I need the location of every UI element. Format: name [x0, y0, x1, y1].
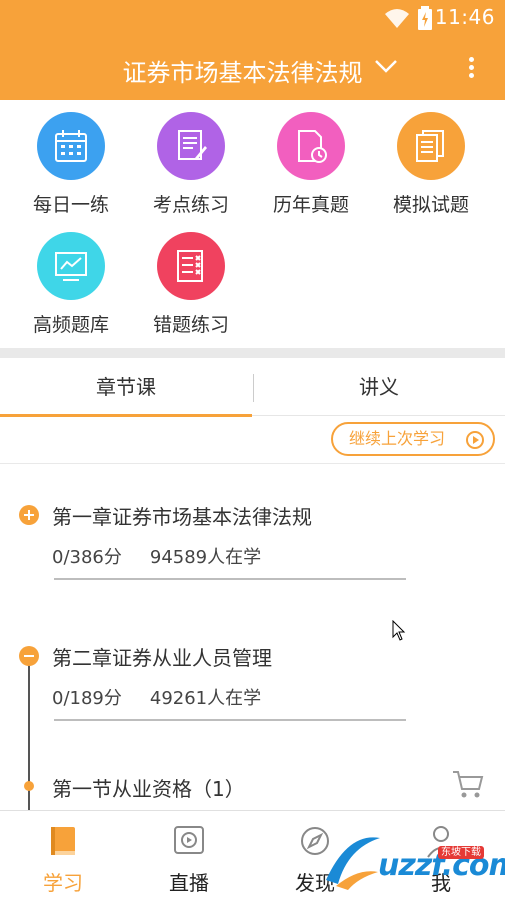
- continue-learning-button[interactable]: 继续上次学习: [331, 422, 495, 456]
- chapter-score: 0/189分: [52, 688, 122, 709]
- site-watermark: uzzf.com 东坡下载: [318, 828, 505, 896]
- collapse-minus-icon[interactable]: [19, 646, 39, 666]
- section-title: 第一节从业资格（1）: [52, 777, 245, 801]
- nav-study[interactable]: 学习: [0, 811, 126, 900]
- chapter-divider: [54, 719, 406, 721]
- chapter-learners: 49261人在学: [149, 688, 262, 709]
- tile-label: 模拟试题: [392, 194, 469, 216]
- chapter-item[interactable]: 第一章证券市场基本法律法规 0/386分 94589人在学: [0, 465, 505, 605]
- watermark-badge: 东坡下载: [438, 846, 484, 859]
- chapter-list: 第一章证券市场基本法律法规 0/386分 94589人在学 第二章证券从业人员管理…: [0, 465, 505, 810]
- app-bar: 证券市场基本法律法规: [0, 36, 505, 100]
- subject-title[interactable]: 证券市场基本法律法规: [0, 53, 505, 88]
- continue-row: 继续上次学习: [0, 416, 505, 464]
- chapter-score: 0/386分: [52, 547, 122, 568]
- tile-topic-practice[interactable]: 考点练习: [131, 100, 251, 216]
- chapter-meta: 0/386分 94589人在学: [52, 543, 261, 569]
- tile-frequent-questions[interactable]: 高频题库: [11, 220, 131, 336]
- tile-label: 错题练习: [152, 314, 229, 336]
- section-item[interactable]: 第一节从业资格（1）: [0, 763, 505, 807]
- cart-icon[interactable]: [452, 769, 484, 803]
- tile-label: 考点练习: [152, 194, 229, 216]
- tile-mock-exams[interactable]: 模拟试题: [371, 100, 491, 216]
- video-play-icon: [169, 821, 209, 861]
- nav-label: 学习: [43, 871, 83, 895]
- chevron-down-icon[interactable]: [374, 58, 398, 78]
- section-separator: [0, 348, 505, 358]
- tile-wrong-answers[interactable]: 错题练习: [131, 220, 251, 336]
- chapter-meta: 0/189分 49261人在学: [52, 684, 261, 710]
- mouse-cursor-icon: [392, 619, 406, 646]
- tile-label: 高频题库: [32, 314, 109, 336]
- wifi-icon: [384, 7, 410, 33]
- notepad-icon: [157, 112, 225, 180]
- chapter-learners: 94589人在学: [149, 547, 262, 568]
- continue-learning-label: 继续上次学习: [349, 429, 446, 448]
- expand-plus-icon[interactable]: [19, 505, 39, 525]
- nav-live[interactable]: 直播: [126, 811, 252, 900]
- tab-handouts[interactable]: 讲义: [253, 358, 505, 416]
- chapter-title: 第一章证券市场基本法律法规: [52, 505, 312, 529]
- tile-daily-practice[interactable]: 每日一练: [11, 100, 131, 216]
- more-menu-icon[interactable]: [460, 54, 482, 84]
- battery-charging-icon: [417, 6, 433, 34]
- book-icon: [43, 821, 83, 861]
- chapter-item[interactable]: 第二章证券从业人员管理 0/189分 49261人在学: [0, 606, 505, 746]
- document-clock-icon: [277, 112, 345, 180]
- content-tabs: 章节课 讲义: [0, 358, 505, 417]
- chapter-title: 第二章证券从业人员管理: [52, 646, 272, 670]
- quick-function-grid: 每日一练 考点练习 历年真题 模拟试题 高频题库 错题练习: [0, 100, 505, 348]
- tab-chapters[interactable]: 章节课: [0, 358, 252, 417]
- checklist-x-icon: [157, 232, 225, 300]
- tile-past-exams[interactable]: 历年真题: [251, 100, 371, 216]
- timeline-dot: [24, 781, 34, 791]
- tile-label: 历年真题: [272, 194, 349, 216]
- tile-label: 每日一练: [32, 194, 109, 216]
- monitor-chart-icon: [37, 232, 105, 300]
- status-time: 11:46: [434, 5, 495, 29]
- nav-label: 直播: [169, 871, 209, 895]
- play-circle-icon: [466, 431, 484, 449]
- status-bar: 11:46: [0, 0, 505, 36]
- chapter-divider: [54, 578, 406, 580]
- papers-icon: [397, 112, 465, 180]
- calendar-icon: [37, 112, 105, 180]
